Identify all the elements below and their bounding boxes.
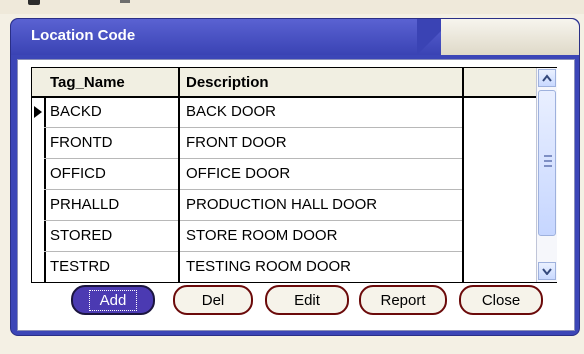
edit-button-label: Edit <box>294 291 320 309</box>
edit-button[interactable]: Edit <box>265 285 349 315</box>
close-button[interactable]: Close <box>459 285 543 315</box>
title-bar-filler <box>441 19 579 55</box>
window-title: Location Code <box>31 27 136 44</box>
table-row[interactable]: BACKD BACK DOOR <box>44 96 464 128</box>
cell-description[interactable]: BACK DOOR <box>180 96 464 127</box>
background-strip <box>0 0 584 14</box>
cell-tag-name[interactable]: PRHALLD <box>44 189 180 220</box>
table-row[interactable]: FRONTD FRONT DOOR <box>44 127 464 159</box>
scroll-thumb[interactable] <box>538 90 556 236</box>
delete-button-label: Del <box>201 291 225 309</box>
cell-description[interactable]: PRODUCTION HALL DOOR <box>180 189 464 220</box>
close-button-label: Close <box>481 291 521 309</box>
cell-tag-name[interactable]: FRONTD <box>44 127 180 158</box>
cell-tag-name[interactable]: TESTRD <box>44 251 180 282</box>
current-row-pointer-icon <box>34 106 42 118</box>
add-button-label: Add <box>99 291 127 309</box>
background-fragment <box>28 0 40 5</box>
header-tag-name[interactable]: Tag_Name <box>44 68 180 96</box>
table-row[interactable]: TESTRD TESTING ROOM DOOR <box>44 251 464 282</box>
background-fragment <box>120 0 130 3</box>
add-button[interactable]: Add <box>71 285 155 315</box>
cell-tag-name[interactable]: STORED <box>44 220 180 251</box>
table-row[interactable]: STORED STORE ROOM DOOR <box>44 220 464 252</box>
thumb-grip <box>544 165 552 167</box>
scroll-up-button[interactable] <box>538 69 556 87</box>
scroll-down-button[interactable] <box>538 262 556 280</box>
cell-description[interactable]: FRONT DOOR <box>180 127 464 158</box>
thumb-grip <box>544 160 552 162</box>
thumb-grip <box>544 155 552 157</box>
table-row[interactable]: PRHALLD PRODUCTION HALL DOOR <box>44 189 464 221</box>
cell-tag-name[interactable]: BACKD <box>44 96 180 127</box>
button-bar: Add Del Edit Report Close <box>27 285 563 323</box>
report-button-label: Report <box>380 291 426 309</box>
cell-description[interactable]: OFFICE DOOR <box>180 158 464 189</box>
delete-button[interactable]: Del <box>173 285 253 315</box>
report-button[interactable]: Report <box>359 285 447 315</box>
cell-description[interactable]: STORE ROOM DOOR <box>180 220 464 251</box>
vertical-scrollbar[interactable] <box>536 68 557 282</box>
header-description[interactable]: Description <box>180 68 464 96</box>
chevron-down-icon <box>542 268 552 275</box>
location-grid[interactable]: Tag_Name Description BACKD BACK DOOR FRO… <box>31 67 557 283</box>
table-row[interactable]: OFFICD OFFICE DOOR <box>44 158 464 190</box>
chevron-up-icon <box>542 74 552 82</box>
location-code-window: Location Code Tag_Name Description BACKD… <box>10 18 580 336</box>
cell-tag-name[interactable]: OFFICD <box>44 158 180 189</box>
cell-description[interactable]: TESTING ROOM DOOR <box>180 251 464 282</box>
grid-header: Tag_Name Description <box>32 68 536 98</box>
